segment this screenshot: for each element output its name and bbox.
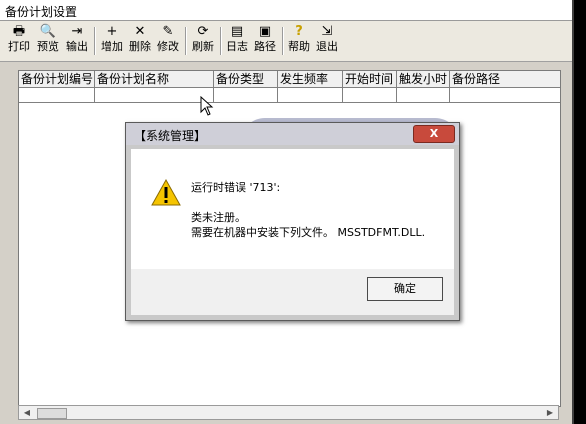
refresh-button[interactable]: ⟳ 刷新 (188, 23, 218, 59)
error-message-line: 类未注册。 (191, 211, 246, 224)
preview-label: 预览 (37, 40, 59, 53)
scroll-right-icon[interactable]: ▶ (544, 407, 556, 418)
edit-label: 修改 (157, 40, 179, 53)
export-button[interactable]: ⇥ 输出 (62, 23, 92, 59)
table-cell[interactable] (278, 88, 343, 102)
scrollbar-thumb[interactable] (37, 408, 67, 419)
column-header[interactable]: 触发小时 (397, 71, 450, 87)
toolbar-separator (185, 27, 187, 55)
table-row[interactable] (19, 88, 560, 103)
dialog-titlebar: 【系统管理】 X (126, 123, 459, 145)
ok-button[interactable]: 确定 (367, 277, 443, 301)
add-label: 增加 (101, 40, 123, 53)
log-label: 日志 (226, 40, 248, 53)
dialog-footer: 确定 (131, 269, 454, 315)
delete-button[interactable]: ✕ 删除 (125, 23, 155, 59)
help-button[interactable]: ? 帮助 (284, 23, 314, 59)
delete-label: 删除 (129, 40, 151, 53)
column-header[interactable]: 备份类型 (214, 71, 278, 87)
exit-icon: ⇲ (321, 24, 333, 39)
scroll-left-icon[interactable]: ◀ (21, 407, 33, 418)
error-message-line: 需要在机器中安装下列文件。 MSSTDFMT.DLL. (191, 226, 426, 239)
toolbar: 🖶 打印 🔍 预览 ⇥ 输出 + 增加 ✕ 删除 ✎ 修改 ⟳ 刷新 ▤ 日志 … (0, 21, 572, 62)
column-header[interactable]: 发生频率 (278, 71, 343, 87)
export-label: 输出 (66, 40, 88, 53)
table-cell[interactable] (214, 88, 278, 102)
delete-icon: ✕ (134, 24, 146, 39)
edit-button[interactable]: ✎ 修改 (153, 23, 183, 59)
dialog-title: 【系统管理】 (134, 129, 207, 143)
help-icon: ? (295, 24, 303, 39)
preview-button[interactable]: 🔍 预览 (33, 23, 63, 59)
error-message-line: 运行时错误 '713': (191, 181, 281, 194)
error-dialog: 【系统管理】 X 运行时错误 '713': 类未注册。 需要在机器中安装下列文件… (125, 122, 460, 321)
column-header[interactable]: 备份计划名称 (95, 71, 214, 87)
grid-header: 备份计划编号 备份计划名称 备份类型 发生频率 开始时间 触发小时 备份路径 (19, 71, 560, 88)
column-header[interactable]: 开始时间 (343, 71, 397, 87)
table-cell[interactable] (95, 88, 214, 102)
save-path-icon: ▣ (258, 24, 272, 39)
window-titlebar: 备份计划设置 (0, 0, 572, 21)
table-cell[interactable] (19, 88, 95, 102)
path-label: 路径 (254, 40, 276, 53)
column-header[interactable]: 备份路径 (450, 71, 560, 87)
edit-icon: ✎ (162, 24, 174, 39)
printer-icon: 🖶 (12, 24, 26, 39)
log-button[interactable]: ▤ 日志 (222, 23, 252, 59)
warning-icon (151, 179, 181, 206)
refresh-label: 刷新 (192, 40, 214, 53)
exit-button[interactable]: ⇲ 退出 (312, 23, 342, 59)
path-button[interactable]: ▣ 路径 (250, 23, 280, 59)
log-icon: ▤ (230, 24, 244, 39)
window-title: 备份计划设置 (5, 5, 78, 19)
print-label: 打印 (8, 40, 30, 53)
mouse-cursor-icon (200, 96, 214, 116)
export-icon: ⇥ (71, 24, 83, 39)
table-cell[interactable] (397, 88, 450, 102)
horizontal-scrollbar[interactable]: ◀ ▶ (18, 405, 559, 420)
add-icon: + (106, 24, 118, 39)
column-header[interactable]: 备份计划编号 (19, 71, 95, 87)
table-cell[interactable] (450, 88, 560, 102)
dialog-body: 运行时错误 '713': 类未注册。 需要在机器中安装下列文件。 MSSTDFM… (131, 149, 454, 269)
help-label: 帮助 (288, 40, 310, 53)
add-button[interactable]: + 增加 (97, 23, 127, 59)
close-button[interactable]: X (413, 125, 455, 143)
print-button[interactable]: 🖶 打印 (4, 23, 34, 59)
toolbar-separator (94, 27, 96, 55)
preview-icon: 🔍 (39, 24, 57, 39)
table-cell[interactable] (343, 88, 397, 102)
refresh-icon: ⟳ (197, 24, 209, 39)
exit-label: 退出 (316, 40, 338, 53)
